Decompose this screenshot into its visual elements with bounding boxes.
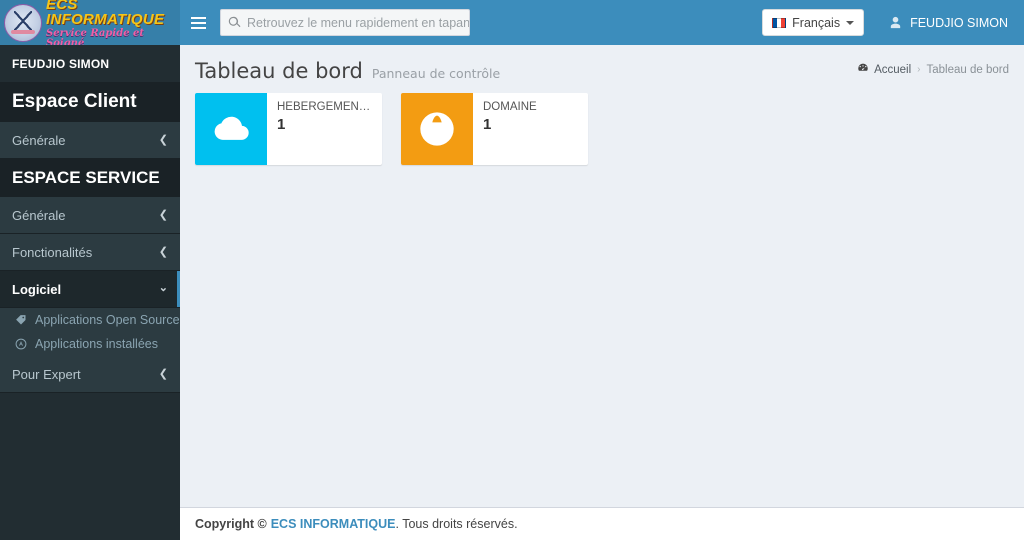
info-box-number: 1 xyxy=(483,116,492,133)
breadcrumb-current: Tableau de bord xyxy=(926,63,1009,76)
brand-logo[interactable]: ECS INFORMATIQUE Service Rapide et Soign… xyxy=(0,0,180,45)
chevron-left-icon: ❮ xyxy=(158,367,168,380)
sidebar-item-label: Générale xyxy=(12,132,66,148)
breadcrumb-home-link[interactable]: Accueil xyxy=(857,62,911,77)
sidebar: FEUDJIO SIMON Espace Client Générale ❮ E… xyxy=(0,45,180,540)
app-root: ECS INFORMATIQUE Service Rapide et Soign… xyxy=(0,0,1024,540)
info-box-label: DOMAINE xyxy=(483,101,537,113)
sidebar-item-label: Pour Expert xyxy=(12,366,81,382)
sidebar-item-label: Générale xyxy=(12,207,66,223)
sidebar-item-generale-service[interactable]: Générale ❮ xyxy=(0,197,180,234)
content-header: Tableau de bord Panneau de contrôle Accu… xyxy=(180,45,1024,93)
top-navbar: Français FEUDJIO SIMON xyxy=(180,0,1024,45)
footer-copyright-prefix: Copyright © xyxy=(195,517,267,531)
sidebar-item-logiciel[interactable]: Logiciel ⌄ xyxy=(0,271,180,308)
sidebar-submenu-logiciel: Applications Open Source Applications in… xyxy=(0,308,180,356)
brand-text: ECS INFORMATIQUE Service Rapide et Soign… xyxy=(46,0,180,45)
user-name-label: FEUDJIO SIMON xyxy=(910,15,1008,30)
flag-fr-icon xyxy=(772,17,787,28)
sidebar-subitem-label: Applications Open Source xyxy=(35,313,180,327)
ecs-circular-emblem-icon xyxy=(4,3,42,42)
content-area: Tableau de bord Panneau de contrôle Accu… xyxy=(180,45,1024,540)
info-box-content: HÉBERGEMENT/… 1 xyxy=(267,93,382,165)
dashboard-icon xyxy=(857,62,869,77)
chevron-left-icon: ❮ xyxy=(158,208,168,221)
search-icon xyxy=(221,16,247,29)
language-selector[interactable]: Français xyxy=(762,9,865,36)
footer-company-link[interactable]: ECS INFORMATIQUE xyxy=(271,517,396,531)
info-box-hebergement[interactable]: HÉBERGEMENT/… 1 xyxy=(195,93,382,165)
sidebar-item-fonctionalites[interactable]: Fonctionalités ❮ xyxy=(0,234,180,271)
page-subtitle: Panneau de contrôle xyxy=(371,66,501,81)
footer-rights-text: . Tous droits réservés. xyxy=(395,517,518,531)
sidebar-header-espace-service: ESPACE SERVICE xyxy=(0,159,180,197)
cloud-icon xyxy=(195,93,267,165)
info-box-label: HÉBERGEMENT/… xyxy=(277,101,372,113)
brand-title: ECS INFORMATIQUE xyxy=(46,0,165,28)
sidebar-subitem-applications-installees[interactable]: Applications installées xyxy=(0,332,180,356)
breadcrumb-separator: › xyxy=(917,64,921,75)
caret-down-icon xyxy=(846,20,855,25)
info-box-domaine[interactable]: DOMAINE 1 xyxy=(401,93,588,165)
sidebar-subitem-label: Applications installées xyxy=(35,337,158,351)
navbar-right: Français FEUDJIO SIMON xyxy=(762,0,1024,45)
tag-icon xyxy=(14,314,28,326)
breadcrumb-home-label: Accueil xyxy=(874,63,912,76)
hamburger-icon[interactable] xyxy=(180,0,216,45)
sidebar-item-pour-expert[interactable]: Pour Expert ❮ xyxy=(0,356,180,393)
globe-icon xyxy=(401,93,473,165)
page-title: Tableau de bord xyxy=(195,59,363,83)
language-label: Français xyxy=(792,15,841,30)
circled-a-icon xyxy=(14,338,28,350)
chevron-down-icon: ⌄ xyxy=(158,281,168,294)
brand-tagline: Service Rapide et Soigné xyxy=(46,27,145,45)
sidebar-header-espace-client: Espace Client xyxy=(0,82,180,122)
info-box-content: DOMAINE 1 xyxy=(473,93,588,165)
chevron-left-icon: ❮ xyxy=(158,245,168,258)
menu-search-box[interactable] xyxy=(220,9,470,36)
breadcrumb: Accueil › Tableau de bord xyxy=(857,62,1009,77)
sidebar-user-name: FEUDJIO SIMON xyxy=(12,56,110,71)
footer: Copyright © ECS INFORMATIQUE . Tous droi… xyxy=(180,507,1024,540)
sidebar-item-label: Fonctionalités xyxy=(12,244,93,260)
sidebar-subitem-applications-open-source[interactable]: Applications Open Source xyxy=(0,308,180,332)
user-menu[interactable]: FEUDJIO SIMON xyxy=(878,0,1024,45)
info-box-row: HÉBERGEMENT/… 1 DOMAINE 1 xyxy=(180,93,1024,165)
sidebar-user-panel[interactable]: FEUDJIO SIMON xyxy=(0,45,180,82)
info-box-number: 1 xyxy=(277,116,286,133)
chevron-left-icon: ❮ xyxy=(158,133,168,146)
search-input[interactable] xyxy=(247,10,469,35)
sidebar-item-generale-client[interactable]: Générale ❮ xyxy=(0,122,180,159)
user-icon xyxy=(888,15,903,30)
sidebar-item-label: Logiciel xyxy=(12,281,62,297)
